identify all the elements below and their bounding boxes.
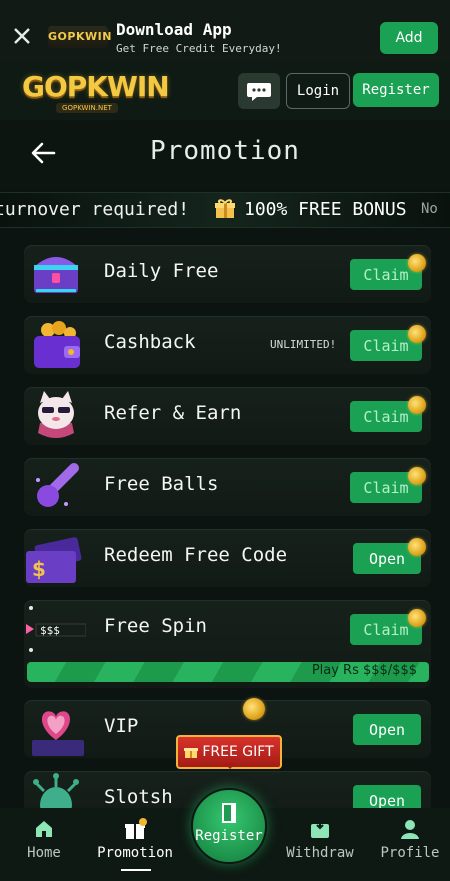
wallet-icon [34, 321, 80, 368]
free-spin-progress-bar: Play Rs $$$/$$$ [27, 662, 429, 682]
svg-text:$$$: $$$ [40, 624, 60, 637]
promo-label: Redeem Free Code [104, 544, 288, 566]
coin-icon [408, 467, 426, 485]
gift-icon [215, 199, 235, 218]
nav-label: Promotion [97, 845, 173, 861]
marquee-text: turnover required! [0, 199, 190, 220]
promo-row-cashback[interactable]: Cashback UNLIMITED! Claim [24, 316, 431, 374]
home-icon [36, 821, 52, 837]
nav-item-withdraw[interactable]: Withdraw [283, 808, 357, 878]
marquee-tail-text: No [421, 201, 438, 217]
page-title: Promotion [150, 136, 300, 166]
nav-item-home[interactable]: Home [10, 808, 78, 878]
chat-button[interactable] [238, 73, 280, 109]
coin-icon [408, 609, 426, 627]
add-app-button[interactable]: Add [380, 22, 438, 54]
active-tab-indicator [121, 869, 151, 871]
heart-trophy-icon [32, 711, 84, 756]
banner-title: Download App [116, 20, 232, 39]
logo-domain: GOPKWIN.NET [56, 103, 118, 113]
free-gift-label: FREE GIFT [202, 744, 274, 760]
nav-register-label: Register [195, 828, 263, 844]
slot-reel-icon: $$$ [26, 606, 86, 652]
promo-row-daily-free[interactable]: Daily Free Claim [24, 245, 431, 303]
site-logo[interactable]: GOPKWIN GOPKWIN.NET [22, 70, 170, 114]
nav-item-profile[interactable]: Profile [376, 808, 444, 878]
chat-bubble-icon [247, 83, 271, 101]
ticket-icon: $ [26, 537, 82, 583]
coin-icon [408, 254, 426, 272]
lucky-cat-icon [38, 391, 74, 438]
nav-label: Profile [380, 845, 440, 861]
comet-ball-icon [36, 463, 79, 507]
download-app-banner: GOPKWIN Download App Get Free Credit Eve… [0, 0, 450, 63]
profile-icon [401, 820, 419, 839]
coin-icon [408, 538, 426, 556]
promo-label: Free Balls [104, 473, 219, 495]
close-icon[interactable] [10, 24, 34, 48]
door-icon [222, 803, 236, 823]
coin-icon [243, 698, 265, 720]
nav-register-button[interactable]: Register [191, 788, 267, 864]
nav-label: Home [27, 845, 61, 861]
free-gift-button[interactable]: FREE GIFT [176, 735, 282, 769]
gift-icon [184, 748, 199, 758]
banner-subtitle: Get Free Credit Everyday! [116, 42, 282, 55]
login-button[interactable]: Login [286, 73, 350, 109]
promo-label: VIP [104, 715, 139, 737]
promo-row-redeem-code[interactable]: $ Redeem Free Code Open [24, 529, 431, 587]
marquee-bonus-text: 100% FREE BONUS [244, 199, 407, 220]
logo-wordmark: GOPKWIN [22, 70, 170, 103]
withdraw-wallet-icon [311, 820, 329, 838]
promo-tag: UNLIMITED! [270, 338, 337, 351]
register-button[interactable]: Register [353, 73, 439, 107]
promo-label: Daily Free [104, 260, 219, 282]
app-logo: GOPKWIN [48, 26, 111, 48]
open-button[interactable]: Open [353, 714, 421, 745]
nav-label: Withdraw [286, 845, 354, 861]
gift-icon [125, 818, 147, 839]
nav-item-promotion[interactable]: Promotion [94, 808, 176, 878]
svg-text:$: $ [32, 557, 46, 581]
promo-label: Slotsh [104, 786, 173, 808]
coin-icon [408, 396, 426, 414]
promo-label: Cashback [104, 331, 196, 353]
treasure-chest-icon [34, 257, 78, 293]
promo-row-refer-earn[interactable]: Refer & Earn Claim [24, 387, 431, 445]
promo-row-free-balls[interactable]: Free Balls Claim [24, 458, 431, 516]
promo-label: Refer & Earn [104, 402, 242, 424]
coin-icon [408, 325, 426, 343]
progress-text: Play Rs $$$/$$$ [311, 663, 417, 678]
promo-label: Free Spin [104, 615, 207, 637]
